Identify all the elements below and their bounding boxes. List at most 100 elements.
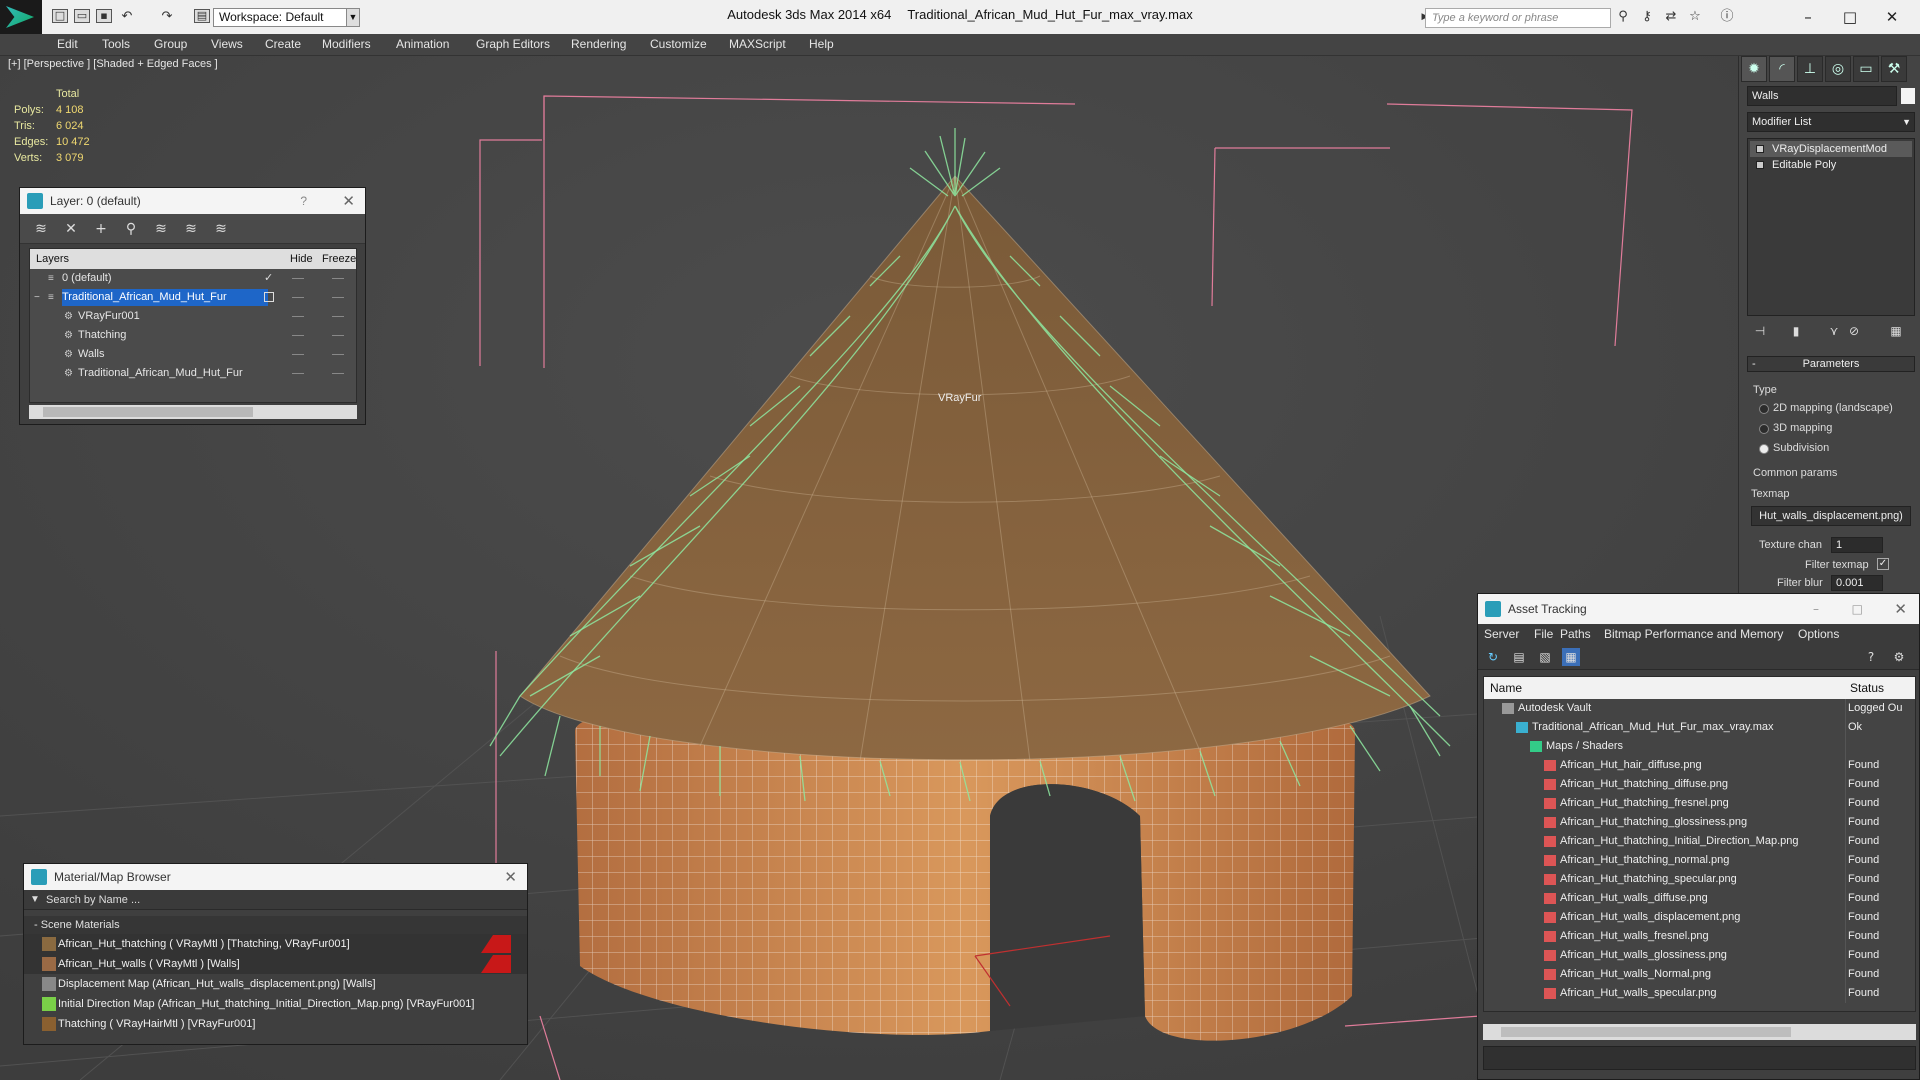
close-icon[interactable]: ✕ [342,188,355,214]
hide-toggle[interactable] [292,373,304,374]
freeze-toggle[interactable] [332,335,344,336]
freeze-toggle[interactable] [332,316,344,317]
add-to-layer-icon[interactable]: + [92,220,110,238]
set-active-checkbox[interactable] [264,292,274,302]
modifier-stack-item[interactable]: VRayDisplacementMod [1750,141,1912,157]
menu-create[interactable]: Create [265,37,301,51]
scene-materials-group[interactable]: - Scene Materials [24,916,527,934]
motion-tab-icon[interactable]: ◎ [1825,56,1851,82]
menu-options[interactable]: Options [1798,627,1839,641]
new-file-icon[interactable]: □ [52,9,68,23]
menu-tools[interactable]: Tools [102,37,130,51]
minimize-button[interactable]: – [1813,594,1819,624]
minimize-button[interactable]: – [1788,4,1828,30]
column-hide[interactable]: Hide [290,253,313,265]
lightbulb-icon[interactable] [1756,145,1764,153]
asset-row[interactable]: African_Hut_walls_fresnel.png Found [1484,927,1915,946]
hide-toggle[interactable] [292,278,304,279]
asset-row[interactable]: Autodesk Vault Logged Ou [1484,699,1915,718]
layer-row[interactable]: ≡ 0 (default) ✓ [30,269,356,288]
material-row[interactable]: Initial Direction Map (African_Hut_thatc… [24,994,527,1014]
material-row[interactable]: African_Hut_thatching ( VRayMtl ) [Thatc… [24,934,527,954]
menu-modifiers[interactable]: Modifiers [322,37,371,51]
exchange-icon[interactable]: ⇄ [1662,9,1680,25]
layer-row[interactable]: ⚙ Thatching [30,326,356,345]
binoculars-icon[interactable]: ⚲ [1614,9,1632,25]
app-logo-button[interactable] [0,0,42,34]
asset-tracking-titlebar[interactable]: Asset Tracking – □ ✕ [1478,594,1919,624]
menu-help[interactable]: Help [809,37,834,51]
asset-row[interactable]: African_Hut_thatching_glossiness.png Foun… [1484,813,1915,832]
horizontal-scrollbar[interactable] [1483,1024,1916,1040]
layer-window-titlebar[interactable]: Layer: 0 (default) ? ✕ [20,188,365,214]
material-row[interactable]: African_Hut_walls ( VRayMtl ) [Walls] [24,954,527,974]
menu-maxscript[interactable]: MAXScript [729,37,786,51]
expand-icon[interactable] [1756,161,1764,169]
layer-row[interactable]: ⚙ Traditional_African_Mud_Hut_Fur [30,364,356,383]
texture-chan-spinner[interactable]: 1 [1831,537,1883,553]
freeze-toggle[interactable] [332,278,344,279]
menu-file[interactable]: File [1534,627,1553,641]
freeze-toggle[interactable] [332,373,344,374]
asset-row[interactable]: Maps / Shaders [1484,737,1915,756]
pin-stack-icon[interactable]: ⊣ [1751,322,1769,340]
detail-view-icon[interactable]: ▧ [1536,648,1554,666]
asset-row[interactable]: African_Hut_thatching_Initial_Direction_… [1484,832,1915,851]
object-color-swatch[interactable] [1901,88,1915,104]
asset-row[interactable]: African_Hut_thatching_fresnel.png Found [1484,794,1915,813]
display-tab-icon[interactable]: ▭ [1853,56,1879,82]
chevron-down-icon[interactable]: ▼ [346,8,360,27]
show-end-result-icon[interactable]: ▮ [1787,322,1805,340]
column-status[interactable]: Status [1850,681,1884,695]
project-folder-icon[interactable]: ▤ [194,9,210,23]
menu-graph-editors[interactable]: Graph Editors [476,37,550,51]
scrollbar-thumb[interactable] [43,407,253,417]
help-button[interactable]: ? [300,188,307,214]
menu-server[interactable]: Server [1484,627,1519,641]
menu-bitmap-performance[interactable]: Bitmap Performance and Memory [1604,627,1783,641]
redo-icon[interactable]: ↷ [158,9,176,25]
asset-row[interactable]: African_Hut_hair_diffuse.png Found [1484,756,1915,775]
hide-all-icon[interactable]: ≋ [182,220,200,238]
maximize-button[interactable]: □ [1830,4,1870,30]
freeze-toggle[interactable] [332,297,344,298]
asset-row[interactable]: African_Hut_thatching_normal.png Found [1484,851,1915,870]
star-icon[interactable]: ☆ [1686,9,1704,25]
utilities-tab-icon[interactable]: ⚒ [1881,56,1907,82]
material-browser-titlebar[interactable]: Material/Map Browser ✕ [24,864,527,890]
select-objects-icon[interactable]: ⚲ [122,220,140,238]
close-icon[interactable]: ✕ [504,864,517,890]
asset-path-field[interactable] [1483,1046,1916,1070]
menu-animation[interactable]: Animation [396,37,449,51]
filter-icon[interactable]: ▼ [30,890,40,910]
hide-toggle[interactable] [292,316,304,317]
delete-layer-icon[interactable]: ✕ [62,220,80,238]
column-freeze[interactable]: Freeze [322,253,356,265]
hierarchy-tab-icon[interactable]: ⊥ [1797,56,1823,82]
parameters-rollout[interactable]: - Parameters [1747,356,1915,372]
asset-row[interactable]: African_Hut_walls_displacement.png Found [1484,908,1915,927]
menu-rendering[interactable]: Rendering [571,37,626,51]
filter-texmap-checkbox[interactable]: ✓ [1877,558,1889,570]
close-button[interactable]: ✕ [1872,4,1912,30]
modify-tab-icon[interactable]: ◜ [1769,56,1795,82]
menu-customize[interactable]: Customize [650,37,707,51]
menu-edit[interactable]: Edit [57,37,78,51]
texmap-button[interactable]: Hut_walls_displacement.png) [1751,506,1911,526]
column-layers[interactable]: Layers [36,253,69,265]
filter-blur-spinner[interactable]: 0.001 [1831,575,1883,591]
horizontal-scrollbar[interactable] [29,405,357,419]
key-icon[interactable]: ⚷ [1638,9,1656,25]
open-file-icon[interactable]: ▭ [74,9,90,23]
highlight-layer-icon[interactable]: ≋ [152,220,170,238]
menu-group[interactable]: Group [154,37,187,51]
asset-row[interactable]: African_Hut_thatching_diffuse.png Found [1484,775,1915,794]
material-row[interactable]: Thatching ( VRayHairMtl ) [VRayFur001] [24,1014,527,1034]
layer-row[interactable]: ⚙ VRayFur001 [30,307,356,326]
hide-toggle[interactable] [292,297,304,298]
asset-row[interactable]: African_Hut_walls_diffuse.png Found [1484,889,1915,908]
remove-modifier-icon[interactable]: ⊘ [1845,322,1863,340]
close-icon[interactable]: ✕ [1894,594,1907,624]
column-name[interactable]: Name [1490,681,1522,695]
search-input[interactable]: Type a keyword or phrase [1425,8,1611,28]
